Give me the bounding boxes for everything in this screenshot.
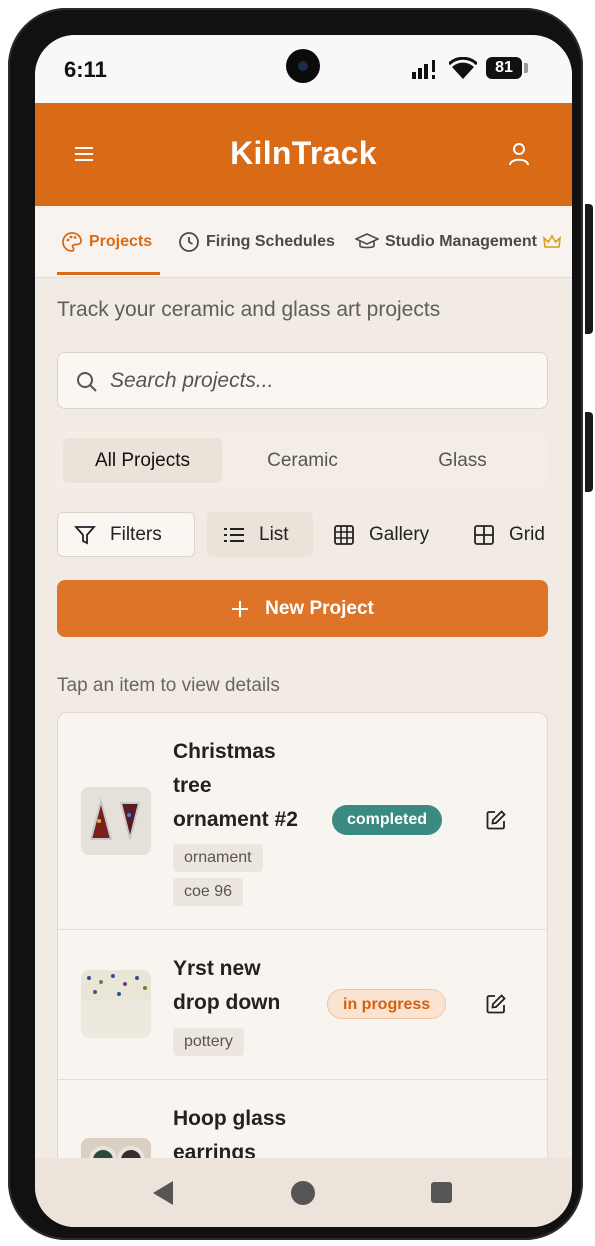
recents-icon[interactable] (431, 1182, 452, 1203)
clock-icon (179, 232, 199, 252)
tab-label: Projects (89, 233, 153, 250)
search-box (57, 352, 548, 409)
project-type-filter: All Projects Ceramic Glass (57, 432, 548, 489)
list-icon (224, 527, 244, 542)
palette-icon (62, 232, 82, 252)
status-badge: in progress (327, 989, 447, 1019)
front-camera (286, 49, 320, 83)
tab-firing-schedules[interactable]: Firing Schedules (178, 230, 335, 254)
search-icon (77, 372, 97, 392)
project-thumbnail (81, 970, 151, 1038)
user-icon[interactable] (507, 141, 531, 167)
signal-icon (412, 60, 435, 79)
tab-studio-management[interactable]: Studio Management (355, 230, 562, 254)
crown-icon (543, 234, 562, 248)
app-title: KilnTrack (230, 135, 377, 171)
new-project-label: New Project (265, 597, 374, 619)
filter-icon (74, 525, 96, 544)
system-nav-bar (35, 1158, 572, 1227)
project-name-line: Christmas (173, 740, 276, 763)
project-row[interactable]: Christmas tree ornament #2 completed orn… (58, 713, 547, 930)
search-input[interactable] (110, 363, 530, 399)
grid-icon (474, 524, 494, 545)
project-tag: coe 96 (173, 878, 244, 906)
project-list: Christmas tree ornament #2 completed orn… (57, 712, 548, 1182)
project-name-line: drop down (173, 991, 281, 1014)
ornament-photo (81, 787, 151, 855)
volume-button (585, 204, 593, 334)
segment-all-projects[interactable]: All Projects (63, 438, 222, 483)
status-bar: 6:11 81 (35, 35, 572, 103)
graduation-cap-icon (355, 233, 379, 249)
gallery-view-button[interactable]: Gallery (317, 512, 445, 557)
project-name-line: ornament #2 (173, 808, 298, 831)
status-badge: completed (332, 805, 443, 835)
project-row[interactable]: Yrst new drop down in progress pottery (58, 930, 547, 1080)
power-button (585, 412, 593, 492)
segment-ceramic[interactable]: Ceramic (223, 438, 382, 483)
segment-glass[interactable]: Glass (383, 438, 542, 483)
project-tag: pottery (173, 1028, 244, 1056)
project-name-line: Hoop glass (173, 1107, 287, 1130)
back-icon[interactable] (151, 1180, 175, 1206)
list-label: List (259, 523, 289, 545)
tab-label: Firing Schedules (206, 233, 335, 250)
gallery-grid-icon (334, 524, 354, 545)
filters-button[interactable]: Filters (57, 512, 195, 557)
project-name-line: Yrst new (173, 957, 261, 980)
app-header: KilnTrack (35, 103, 572, 206)
project-thumbnail (81, 787, 151, 855)
project-name-line: tree (173, 774, 212, 797)
grid-view-button[interactable]: Grid (457, 512, 561, 557)
project-name: Yrst new drop down (173, 952, 313, 1020)
filters-label: Filters (110, 523, 162, 545)
battery-icon: 81 (486, 57, 528, 79)
project-name: Christmas tree ornament #2 (173, 735, 313, 837)
edit-icon[interactable] (485, 809, 507, 831)
screen: 6:11 81 KilnTrack Projects Firing Schedu… (35, 35, 572, 1227)
home-icon[interactable] (291, 1181, 315, 1205)
plus-icon (232, 600, 249, 617)
page-subtitle: Track your ceramic and glass art project… (57, 298, 441, 321)
tab-projects[interactable]: Projects (61, 230, 152, 254)
phone-frame: 6:11 81 KilnTrack Projects Firing Schedu… (8, 8, 593, 1240)
tab-label: Studio Management (385, 233, 538, 250)
list-view-button[interactable]: List (207, 512, 313, 557)
edit-icon[interactable] (485, 993, 507, 1015)
grid-label: Grid (509, 523, 545, 545)
battery-level: 81 (495, 59, 513, 76)
gallery-label: Gallery (369, 523, 430, 545)
pottery-photo (81, 970, 151, 1038)
active-tab-indicator (57, 272, 160, 275)
wifi-icon (449, 57, 477, 79)
list-hint: Tap an item to view details (57, 675, 280, 696)
project-tag: ornament (173, 844, 263, 872)
tab-bar: Projects Firing Schedules Studio Managem… (35, 206, 572, 278)
new-project-button[interactable]: New Project (57, 580, 548, 637)
status-time: 6:11 (64, 57, 107, 82)
